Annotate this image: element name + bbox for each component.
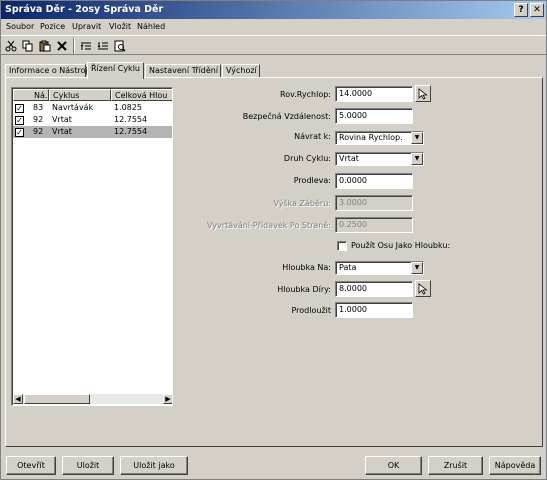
list-header: Ná... Cyklus Celková Hlou [13,89,172,101]
rov-rychlop-pick-button[interactable] [415,85,431,102]
row-checkbox[interactable]: ✓ [15,104,24,113]
rov-rychlop-input[interactable]: 14.0000 [335,86,413,102]
preview-icon[interactable] [112,38,128,54]
menu-vlozit[interactable]: Vložit [109,20,131,33]
open-button[interactable]: Otevřít [6,456,56,475]
vyvrtavani-pridavek-label: Vyvrtávání-Přídavek Po Straně: [207,221,331,230]
vyska-zaberu-label: Výška Záběru: [273,199,331,208]
bezpecna-vzdalenost-label: Bezpečná Vzdálenost: [242,112,331,121]
navrat-label: Návrat k: [294,132,331,141]
menu-pozice[interactable]: Pozice [40,20,65,33]
row-checkbox[interactable]: ✓ [15,128,24,137]
druh-cyklu-label: Druh Cyklu: [283,154,331,163]
prodlouzit-label: Prodloužit [291,306,331,315]
scroll-left-icon[interactable]: ◀ [13,394,23,404]
hloubka-na-value: Pata [339,263,357,272]
chevron-down-icon[interactable]: ▼ [411,132,423,144]
row-number: 92 [33,127,44,136]
cursor-pick-icon [418,282,428,295]
chevron-down-icon[interactable]: ▼ [411,153,423,165]
row-depth: 12.7554 [114,115,148,124]
operations-list[interactable]: Ná... Cyklus Celková Hlou ✓ 83 Navrtávák… [11,87,173,406]
toolbar [1,35,546,55]
prodleva-label: Prodleva: [293,176,331,185]
window-title: Správa Děr - 2osy Správa Děr [5,4,164,15]
menu-bar: Soubor Pozice Upravit Vložit Náhled [1,19,546,34]
vyvrtavani-pridavek-input: 0.2500 [335,217,413,233]
scroll-right-icon[interactable]: ▶ [163,394,172,404]
pouzit-osu-checkbox[interactable] [337,241,347,251]
menu-nahled[interactable]: Náhled [137,20,165,33]
tab-informace[interactable]: Informace o Nástroji [5,64,90,78]
prodleva-input[interactable]: 0.0000 [335,173,413,189]
help-title-button[interactable]: ? [514,3,528,17]
bezpecna-vzdalenost-input[interactable]: 5.0000 [335,108,413,124]
resize-grip-icon[interactable]: ⋰ [534,467,544,477]
druh-cyklu-select[interactable]: Vrtat ▼ [335,152,424,166]
row-cycle: Vrtat [52,115,72,124]
tab-nastaveni-trideni[interactable]: Nastavení Třídění [145,64,221,78]
save-button[interactable]: Uložit [62,456,114,475]
hloubka-diry-pick-button[interactable] [415,280,431,297]
druh-cyklu-value: Vrtat [339,154,359,163]
table-row-selected[interactable]: ✓ 92 Vrtat 12.7554 [13,126,172,138]
navrat-select[interactable]: Rovina Rychlop. ▼ [335,131,424,145]
hloubka-na-label: Hloubka Na: [282,263,331,272]
paste-icon[interactable] [37,38,53,54]
tab-rizeni-cyklu[interactable]: Řízení Cyklu [87,62,144,79]
vyska-zaberu-input: 3.0000 [335,195,413,211]
pouzit-osu-label: Použít Osu Jako Hloubku: [351,241,451,250]
column-header-cycle[interactable]: Cyklus [49,89,111,101]
row-number: 92 [33,115,44,124]
close-button[interactable]: ✕ [530,3,544,17]
delete-icon[interactable] [54,38,70,54]
row-depth: 12.7554 [114,127,148,136]
column-header-depth[interactable]: Celková Hlou [111,89,172,101]
prodlouzit-input[interactable]: 1.0000 [335,302,413,318]
scroll-thumb[interactable] [24,394,90,404]
save-as-button[interactable]: Uložit jako [120,456,188,475]
cursor-pick-icon [418,87,428,100]
hloubka-diry-input[interactable]: 8.0000 [335,281,413,297]
table-row[interactable]: ✓ 83 Navrtávák 1.0825 [13,102,172,114]
move-up-icon[interactable] [78,38,94,54]
rov-rychlop-label: Rov.Rychlop: [280,90,331,99]
row-cycle: Navrtávák [52,103,94,112]
navrat-value: Rovina Rychlop. [339,133,403,142]
row-depth: 1.0825 [114,103,142,112]
horizontal-scrollbar[interactable]: ◀ ▶ [13,394,172,404]
dialog-window: Správa Děr - 2osy Správa Děr ? ✕ Soubor … [0,0,547,480]
cancel-button[interactable]: Zrušit [428,456,483,475]
row-cycle: Vrtat [52,127,72,136]
menu-upravit[interactable]: Upravit [72,20,101,33]
scissors-icon[interactable] [3,38,19,54]
table-row[interactable]: ✓ 92 Vrtat 12.7554 [13,114,172,126]
copy-icon[interactable] [20,38,36,54]
chevron-down-icon[interactable]: ▼ [411,262,423,274]
ok-button[interactable]: OK [365,456,422,475]
column-header-number[interactable]: Ná... [13,89,49,101]
menu-soubor[interactable]: Soubor [6,20,34,33]
hloubka-diry-label: Hloubka Díry: [277,285,331,294]
title-bar: Správa Děr - 2osy Správa Děr ? ✕ [1,1,546,19]
row-checkbox[interactable]: ✓ [15,116,24,125]
row-number: 83 [33,103,44,112]
move-down-icon[interactable] [95,38,111,54]
tab-vychozi[interactable]: Výchozí [222,64,260,78]
toolbar-separator [73,38,75,54]
hloubka-na-select[interactable]: Pata ▼ [335,261,424,275]
